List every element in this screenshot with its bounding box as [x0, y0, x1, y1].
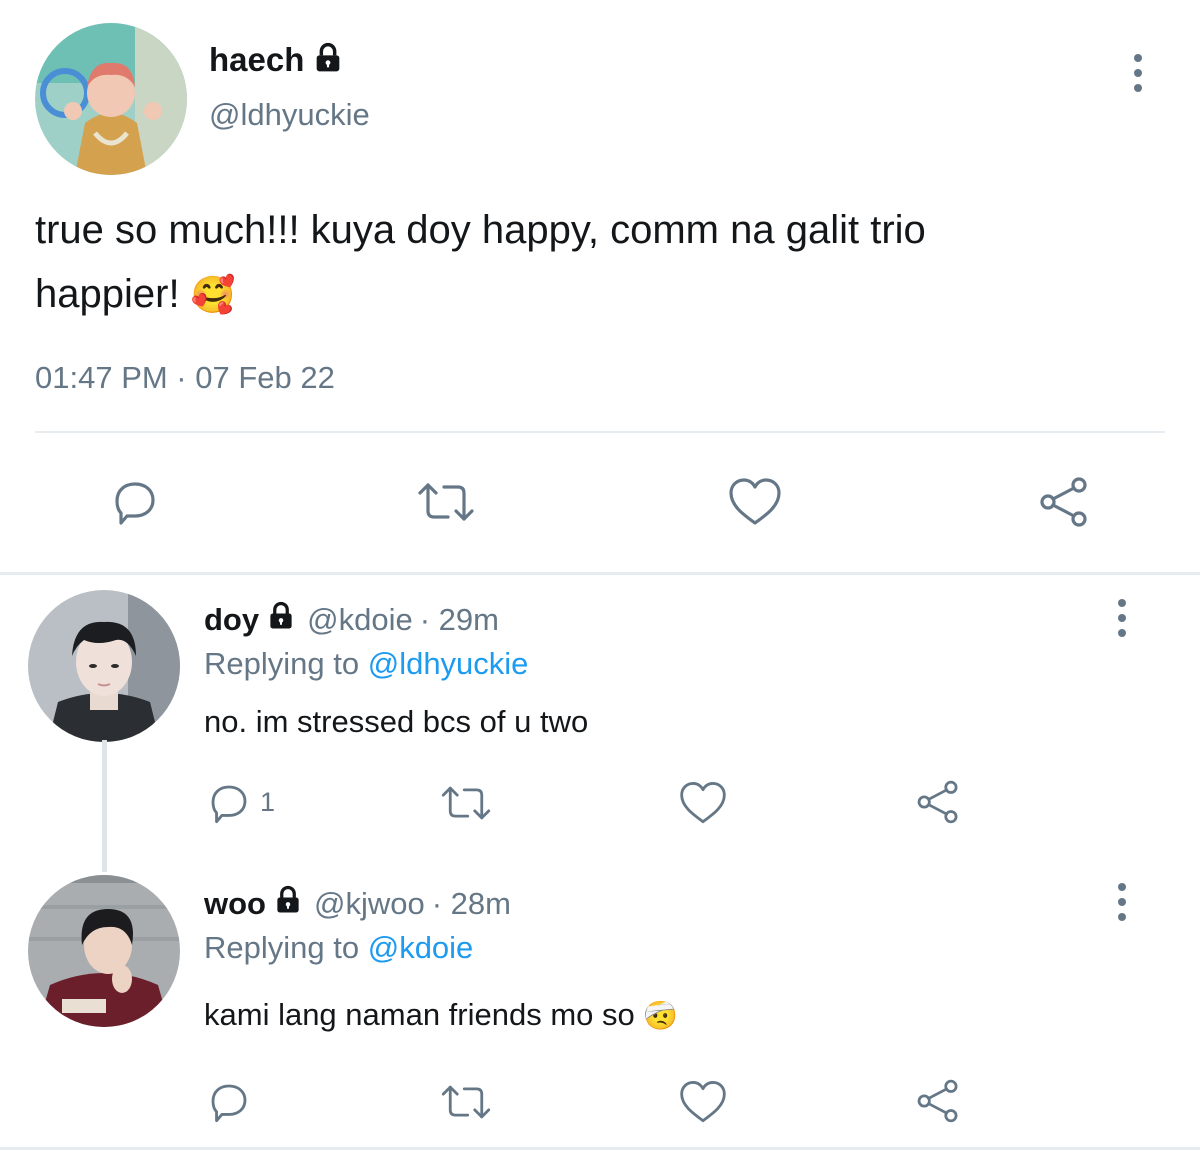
- reply-2-retweet-icon[interactable]: [438, 1077, 494, 1127]
- reply-1-header: doy @kdoie · 29m: [204, 600, 499, 640]
- reply-1-time[interactable]: · 29m: [420, 602, 499, 638]
- reply-2-share-icon[interactable]: [912, 1075, 964, 1127]
- main-inner-divider: [35, 431, 1165, 433]
- reply-1-replying-link[interactable]: @ldhyuckie: [368, 646, 529, 681]
- main-avatar[interactable]: [35, 23, 187, 175]
- main-like-icon[interactable]: [724, 472, 786, 532]
- reply-2-avatar[interactable]: [28, 875, 180, 1027]
- reply-1-retweet-icon[interactable]: [438, 778, 494, 828]
- main-tweet-text-line1: true so much!!! kuya doy happy, comm na …: [35, 208, 926, 252]
- main-retweet-icon[interactable]: [413, 472, 479, 532]
- main-reply-icon[interactable]: [105, 472, 165, 532]
- main-tweet-text: true so much!!! kuya doy happy, comm na …: [35, 198, 1165, 327]
- reply-1-display-name[interactable]: doy: [204, 602, 259, 638]
- reply-2-text: kami lang naman friends mo so: [204, 997, 635, 1032]
- reply-1-handle[interactable]: @kdoie: [307, 602, 413, 638]
- lock-icon: [266, 601, 296, 639]
- reply-1-more-icon[interactable]: [1102, 588, 1142, 648]
- reply-1-like-icon[interactable]: [677, 778, 729, 828]
- main-share-icon[interactable]: [1034, 472, 1094, 532]
- reply-2-replying-link[interactable]: @kdoie: [368, 930, 474, 965]
- reply-2-time[interactable]: · 28m: [432, 886, 511, 922]
- main-more-icon[interactable]: [1118, 43, 1158, 103]
- section-divider: [0, 572, 1200, 575]
- lock-icon: [312, 42, 344, 79]
- smiling-hearts-emoji: 🥰: [190, 274, 236, 315]
- main-tweet-text-line2: happier!: [35, 272, 180, 316]
- main-timestamp[interactable]: 01:47 PM · 07 Feb 22: [35, 360, 335, 396]
- reply-2-more-icon[interactable]: [1102, 872, 1142, 932]
- thread-connector-line: [102, 740, 107, 872]
- reply-1-replying-label: Replying to: [204, 646, 360, 681]
- reply-2-replying-to: Replying to @kdoie: [204, 930, 473, 966]
- reply-2-replying-label: Replying to: [204, 930, 360, 965]
- reply-2-header: woo @kjwoo · 28m: [204, 884, 511, 924]
- main-handle[interactable]: @ldhyuckie: [209, 97, 370, 133]
- bottom-divider: [0, 1147, 1200, 1150]
- reply-1-replying-to: Replying to @ldhyuckie: [204, 646, 528, 682]
- reply-1-avatar[interactable]: [28, 590, 180, 742]
- main-display-name[interactable]: haech: [209, 41, 304, 79]
- reply-1-share-icon[interactable]: [912, 776, 964, 828]
- reply-2-like-icon[interactable]: [677, 1077, 729, 1127]
- reply-2-display-name[interactable]: woo: [204, 886, 266, 922]
- main-author-row: haech: [209, 40, 344, 80]
- reply-1-text: no. im stressed bcs of u two: [204, 704, 589, 739]
- reply-2-reply-icon[interactable]: [204, 1077, 254, 1127]
- reply-1-reply-icon[interactable]: [204, 778, 254, 828]
- reply-1-reply-count: 1: [260, 787, 276, 817]
- reply-2-text-row: kami lang naman friends mo so 🤕: [204, 997, 678, 1033]
- bandaged-face-emoji: 🤕: [643, 1000, 679, 1031]
- lock-icon: [273, 885, 303, 923]
- reply-2-handle[interactable]: @kjwoo: [314, 886, 425, 922]
